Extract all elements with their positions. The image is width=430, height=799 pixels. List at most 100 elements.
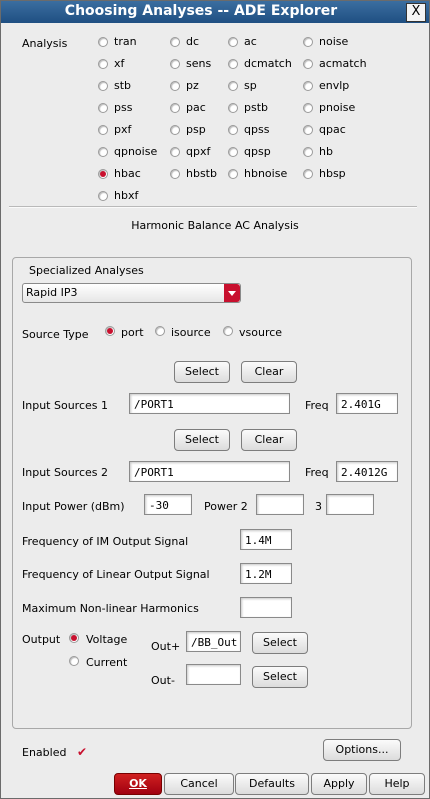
radio-analysis-qpxf[interactable] <box>170 147 180 157</box>
select-out-plus-button[interactable]: Select <box>252 632 308 654</box>
divider <box>9 206 417 208</box>
input-power-field[interactable]: -30 <box>144 494 192 515</box>
analysis-option-label: hbsp <box>319 167 346 180</box>
analysis-option-label: qpss <box>244 123 270 136</box>
analysis-option-label: ac <box>244 35 257 48</box>
radio-analysis-noise[interactable] <box>303 37 313 47</box>
radio-output-current[interactable] <box>69 656 79 666</box>
radio-analysis-pac[interactable] <box>170 103 180 113</box>
options-button[interactable]: Options... <box>323 739 401 761</box>
radio-source-isource[interactable] <box>155 326 165 336</box>
linear-freq-field[interactable]: 1.2M <box>240 563 292 584</box>
apply-button[interactable]: Apply <box>311 773 367 795</box>
radio-analysis-pstb[interactable] <box>228 103 238 113</box>
specialized-analyses-value: Rapid IP3 <box>26 286 78 299</box>
analysis-option-label: hbxf <box>114 189 139 202</box>
radio-analysis-tran[interactable] <box>98 37 108 47</box>
max-harmonics-field[interactable] <box>240 597 292 618</box>
cancel-button[interactable]: Cancel <box>164 773 234 795</box>
analysis-option-label: dc <box>186 35 200 48</box>
input-sources-2-field[interactable]: /PORT1 <box>129 461 290 482</box>
out-plus-label: Out+ <box>151 640 181 653</box>
defaults-button[interactable]: Defaults <box>235 773 309 795</box>
freq-1-field[interactable]: 2.401G <box>336 393 398 414</box>
radio-analysis-ac[interactable] <box>228 37 238 47</box>
specialized-analyses-select[interactable]: Rapid IP3 <box>22 283 241 303</box>
radio-analysis-pxf[interactable] <box>98 125 108 135</box>
chevron-down-icon[interactable] <box>224 284 240 302</box>
analysis-option-label: hbac <box>114 167 141 180</box>
power-3-label: 3 <box>315 500 322 513</box>
radio-analysis-psp[interactable] <box>170 125 180 135</box>
radio-analysis-dc[interactable] <box>170 37 180 47</box>
power-2-label: Power 2 <box>204 500 248 513</box>
input-sources-2-label: Input Sources 2 <box>22 466 108 479</box>
freq-1-label: Freq <box>305 399 329 412</box>
max-harmonics-label: Maximum Non-linear Harmonics <box>22 602 199 615</box>
radio-analysis-hbnoise[interactable] <box>228 169 238 179</box>
dialog-window: Choosing Analyses -- ADE Explorer X Anal… <box>0 0 430 799</box>
im-freq-field[interactable]: 1.4M <box>240 529 292 550</box>
radio-analysis-qpac[interactable] <box>303 125 313 135</box>
radio-analysis-hbxf[interactable] <box>98 191 108 201</box>
source-vsource-label: vsource <box>239 326 283 339</box>
out-plus-field[interactable]: /BB_Out <box>186 631 241 652</box>
analysis-option-label: hb <box>319 145 333 158</box>
analysis-option-label: dcmatch <box>244 57 292 70</box>
power-3-field[interactable] <box>326 494 374 515</box>
freq-2-field[interactable]: 2.4012G <box>336 461 398 482</box>
radio-analysis-qpnoise[interactable] <box>98 147 108 157</box>
radio-analysis-hbstb[interactable] <box>170 169 180 179</box>
radio-analysis-pz[interactable] <box>170 81 180 91</box>
close-icon[interactable]: X <box>406 3 426 22</box>
radio-analysis-qpsp[interactable] <box>228 147 238 157</box>
title-bar: Choosing Analyses -- ADE Explorer X <box>1 1 429 23</box>
radio-output-voltage[interactable] <box>69 633 79 643</box>
radio-source-vsource[interactable] <box>223 326 233 336</box>
radio-analysis-sens[interactable] <box>170 59 180 69</box>
radio-analysis-pss[interactable] <box>98 103 108 113</box>
analysis-option-label: acmatch <box>319 57 367 70</box>
analysis-option-label: sens <box>186 57 212 70</box>
radio-analysis-hbsp[interactable] <box>303 169 313 179</box>
radio-analysis-pnoise[interactable] <box>303 103 313 113</box>
enabled-checkbox[interactable]: ✔ <box>77 745 87 759</box>
radio-analysis-qpss[interactable] <box>228 125 238 135</box>
radio-analysis-stb[interactable] <box>98 81 108 91</box>
radio-source-port[interactable] <box>105 326 115 336</box>
help-button[interactable]: Help <box>369 773 425 795</box>
power-2-field[interactable] <box>256 494 304 515</box>
analysis-option-label: qpnoise <box>114 145 158 158</box>
analysis-label: Analysis <box>22 37 68 50</box>
section-title: Harmonic Balance AC Analysis <box>131 219 299 232</box>
radio-analysis-acmatch[interactable] <box>303 59 313 69</box>
enabled-label: Enabled <box>22 746 67 759</box>
analysis-option-label: pac <box>186 101 206 114</box>
clear-button-1[interactable]: Clear <box>241 361 297 383</box>
source-port-label: port <box>121 326 144 339</box>
select-button-2[interactable]: Select <box>174 429 230 451</box>
radio-analysis-xf[interactable] <box>98 59 108 69</box>
analysis-option-label: psp <box>186 123 206 136</box>
input-sources-1-field[interactable]: /PORT1 <box>129 393 290 414</box>
im-freq-label: Frequency of IM Output Signal <box>22 535 189 548</box>
select-button-1[interactable]: Select <box>174 361 230 383</box>
analysis-option-label: stb <box>114 79 132 92</box>
radio-analysis-hb[interactable] <box>303 147 313 157</box>
analysis-option-label: envlp <box>319 79 350 92</box>
analysis-option-label: noise <box>319 35 349 48</box>
radio-analysis-dcmatch[interactable] <box>228 59 238 69</box>
window-title: Choosing Analyses -- ADE Explorer <box>64 3 338 19</box>
clear-button-2[interactable]: Clear <box>241 429 297 451</box>
out-minus-field[interactable] <box>186 664 241 685</box>
input-power-label: Input Power (dBm) <box>22 500 125 513</box>
radio-analysis-envlp[interactable] <box>303 81 313 91</box>
analysis-option-label: pnoise <box>319 101 356 114</box>
ok-button[interactable]: OK <box>114 773 162 795</box>
output-current-label: Current <box>86 656 128 669</box>
select-out-minus-button[interactable]: Select <box>252 666 308 688</box>
input-sources-1-label: Input Sources 1 <box>22 399 108 412</box>
linear-freq-label: Frequency of Linear Output Signal <box>22 568 210 581</box>
radio-analysis-sp[interactable] <box>228 81 238 91</box>
radio-analysis-hbac[interactable] <box>98 169 108 179</box>
